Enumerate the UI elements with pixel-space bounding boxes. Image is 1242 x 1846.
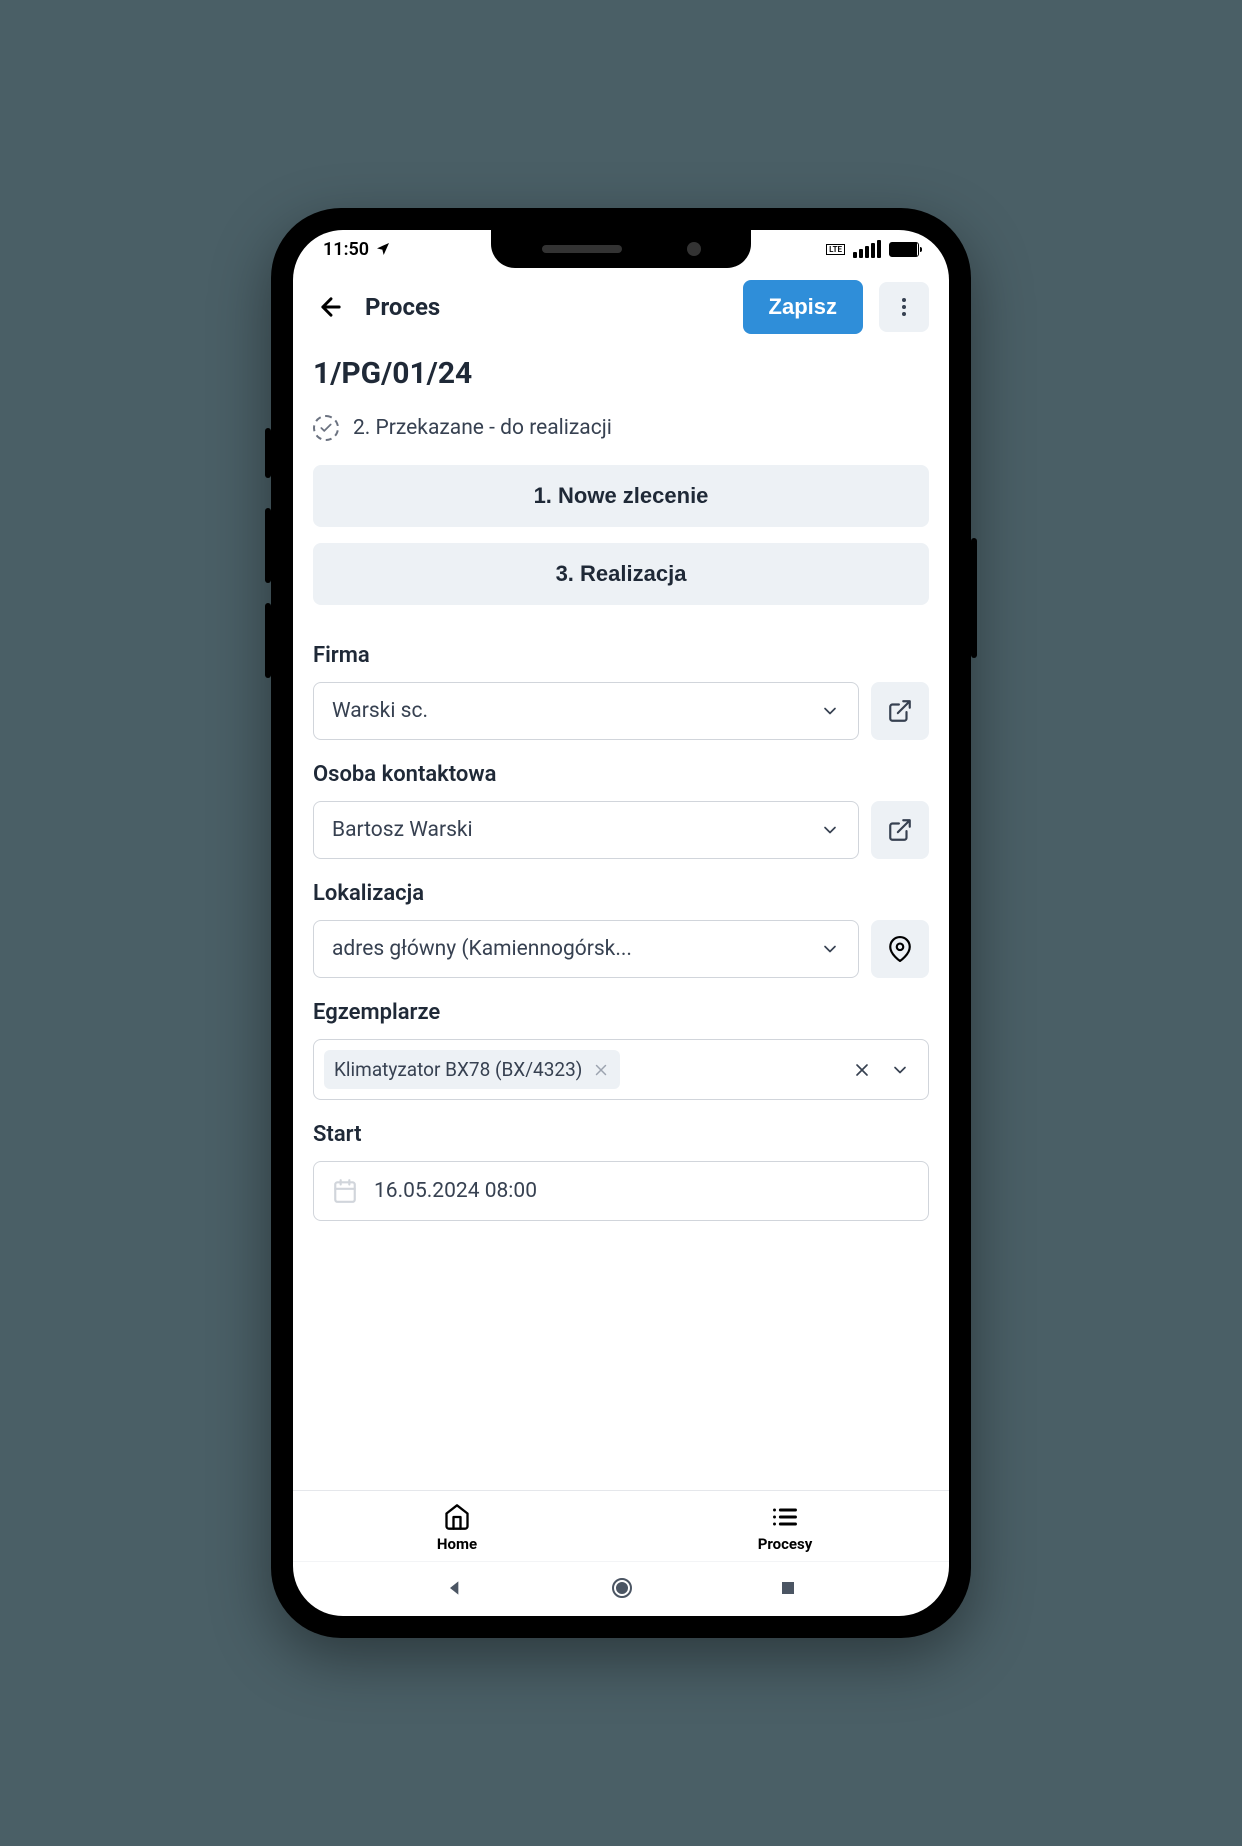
external-link-icon	[887, 698, 913, 724]
chevron-down-icon	[820, 939, 840, 959]
company-open-button[interactable]	[871, 682, 929, 740]
nav-home[interactable]: Home	[293, 1491, 621, 1561]
close-icon	[852, 1060, 872, 1080]
location-select[interactable]: adres główny (Kamiennogórsk...	[313, 920, 859, 978]
status-row: 2. Przekazane - do realizacji	[313, 415, 929, 441]
start-label: Start	[313, 1122, 929, 1147]
start-date-value: 16.05.2024 08:00	[374, 1179, 537, 1203]
location-arrow-icon	[375, 241, 391, 257]
signal-icon	[853, 240, 881, 258]
location-label: Lokalizacja	[313, 881, 929, 906]
close-icon	[592, 1061, 610, 1079]
home-icon	[443, 1503, 471, 1531]
circle-icon	[610, 1576, 634, 1600]
status-time: 11:50	[323, 239, 369, 260]
location-value: adres główny (Kamiennogórsk...	[332, 937, 632, 961]
more-button[interactable]	[879, 282, 929, 332]
status-text: 2. Przekazane - do realizacji	[353, 416, 612, 440]
items-expand-button[interactable]	[890, 1060, 910, 1080]
start-date-field[interactable]: 16.05.2024 08:00	[313, 1161, 929, 1221]
android-nav	[293, 1561, 949, 1616]
stage-button-new[interactable]: 1. Nowe zlecenie	[313, 465, 929, 527]
contact-value: Bartosz Warski	[332, 818, 473, 842]
triangle-left-icon	[445, 1578, 465, 1598]
map-pin-icon	[887, 936, 913, 962]
nav-procesy[interactable]: Procesy	[621, 1491, 949, 1561]
android-back-button[interactable]	[445, 1578, 465, 1598]
arrow-left-icon	[317, 293, 345, 321]
location-map-button[interactable]	[871, 920, 929, 978]
chevron-down-icon	[890, 1060, 910, 1080]
chevron-down-icon	[820, 701, 840, 721]
more-vertical-icon	[892, 295, 916, 319]
calendar-icon	[332, 1178, 358, 1204]
list-icon	[771, 1503, 799, 1531]
bottom-nav: Home Procesy	[293, 1490, 949, 1561]
items-field[interactable]: Klimatyzator BX78 (BX/4323)	[313, 1039, 929, 1100]
item-tag: Klimatyzator BX78 (BX/4323)	[324, 1050, 620, 1089]
back-button[interactable]	[313, 289, 349, 325]
square-icon	[779, 1579, 797, 1597]
contact-select[interactable]: Bartosz Warski	[313, 801, 859, 859]
stage-button-realization[interactable]: 3. Realizacja	[313, 543, 929, 605]
company-value: Warski sc.	[332, 699, 428, 723]
android-recent-button[interactable]	[779, 1579, 797, 1597]
company-label: Firma	[313, 643, 929, 668]
battery-icon	[889, 242, 919, 257]
header-title: Proces	[365, 293, 727, 321]
lte-indicator: LTE	[826, 244, 845, 255]
nav-procesy-label: Procesy	[758, 1535, 813, 1553]
company-select[interactable]: Warski sc.	[313, 682, 859, 740]
item-tag-remove[interactable]	[592, 1061, 610, 1079]
contact-label: Osoba kontaktowa	[313, 762, 929, 787]
items-clear-button[interactable]	[852, 1060, 872, 1080]
nav-home-label: Home	[437, 1535, 477, 1553]
items-label: Egzemplarze	[313, 1000, 929, 1025]
status-check-icon	[313, 415, 339, 441]
external-link-icon	[887, 817, 913, 843]
save-button[interactable]: Zapisz	[743, 280, 863, 334]
document-number: 1/PG/01/24	[313, 356, 929, 391]
android-home-button[interactable]	[610, 1576, 634, 1600]
contact-open-button[interactable]	[871, 801, 929, 859]
item-tag-label: Klimatyzator BX78 (BX/4323)	[334, 1058, 582, 1081]
chevron-down-icon	[820, 820, 840, 840]
